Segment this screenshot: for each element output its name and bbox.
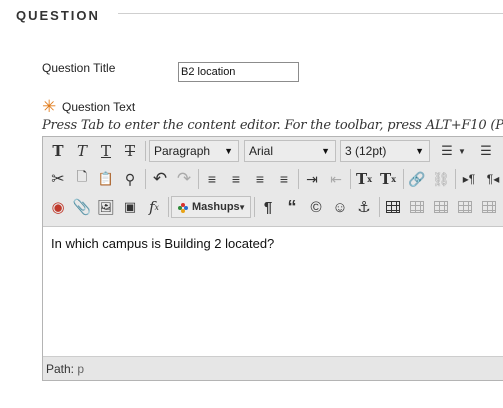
table-split-icon[interactable] (478, 196, 500, 218)
align-justify-icon[interactable]: ≡ (273, 168, 295, 190)
paste-icon[interactable]: 📋 (95, 168, 117, 190)
rtl-direction-icon[interactable]: ¶◂ (482, 168, 503, 190)
question-text-label: Question Text (62, 100, 136, 114)
table-row-icon[interactable] (406, 196, 428, 218)
toolbar-separator (403, 169, 404, 189)
paragraph-format-select[interactable]: Paragraph ▼ (149, 140, 239, 162)
insert-image-icon[interactable]: 🖼 (95, 196, 117, 218)
editor-path-bar: Path: p (43, 356, 503, 380)
editor-content-area[interactable]: In which campus is Building 2 located? (43, 228, 503, 356)
strikethrough-icon[interactable]: T (119, 140, 141, 162)
record-webcam-icon[interactable]: ◉ (47, 196, 69, 218)
insert-media-icon[interactable]: ▣ (119, 196, 141, 218)
math-formula-icon[interactable]: fx (143, 196, 165, 218)
italic-icon[interactable]: T (71, 140, 93, 162)
toolbar-row-3: ◉ 📎 🖼 ▣ fx Mashups ▼ ¶ “ © ☺ ⚓ (43, 194, 503, 222)
toolbar-separator (379, 197, 380, 217)
toolbar-separator (455, 169, 456, 189)
align-center-icon[interactable]: ≡ (225, 168, 247, 190)
blockquote-icon[interactable]: “ (281, 196, 303, 218)
underline-icon[interactable]: T (95, 140, 117, 162)
mashups-button[interactable]: Mashups ▼ (171, 196, 251, 218)
toolbar-row-1: T T T T Paragraph ▼ Arial ▼ 3 (12pt) ▼ ☰… (43, 138, 503, 166)
attach-file-icon[interactable]: 📎 (71, 196, 93, 218)
toolbar-separator (168, 197, 169, 217)
editor-toolbar: T T T T Paragraph ▼ Arial ▼ 3 (12pt) ▼ ☰… (43, 137, 503, 227)
mashups-icon (178, 203, 188, 213)
paragraph-mark-icon[interactable]: ¶ (257, 196, 279, 218)
table-cell-icon[interactable] (430, 196, 452, 218)
indent-icon[interactable]: ⇥ (301, 168, 323, 190)
editor-content-text: In which campus is Building 2 located? (51, 236, 275, 251)
copyright-icon[interactable]: © (305, 196, 327, 218)
section-title: QUESTION (16, 8, 100, 23)
chevron-down-icon: ▼ (238, 203, 246, 212)
anchor-icon[interactable]: ⚓ (353, 196, 375, 218)
required-asterisk-icon: ✳ (42, 97, 57, 116)
chevron-down-icon: ▼ (321, 146, 330, 156)
paragraph-format-value: Paragraph (154, 144, 211, 158)
emoticon-icon[interactable]: ☺ (329, 196, 351, 218)
toolbar-separator (254, 197, 255, 217)
mashups-label: Mashups (192, 201, 240, 213)
content-editor: T T T T Paragraph ▼ Arial ▼ 3 (12pt) ▼ ☰… (42, 136, 503, 381)
toolbar-row-2: ✂ 🗋 📋 ⚲ ↶ ↷ ≡ ≡ ≡ ≡ ⇥ ⇤ Tx Tx 🔗 ⛓ ▸¶ ¶◂ (43, 166, 503, 194)
question-title-label: Question Title (42, 61, 116, 75)
font-size-select[interactable]: 3 (12pt) ▼ (340, 140, 430, 162)
chevron-down-icon: ▼ (415, 146, 424, 156)
superscript-icon[interactable]: Tx (353, 168, 375, 190)
table-merge-icon[interactable] (454, 196, 476, 218)
path-value[interactable]: p (77, 362, 84, 376)
font-size-value: 3 (12pt) (345, 144, 387, 158)
editor-instructions: Press Tab to enter the content editor. F… (42, 118, 503, 133)
align-left-icon[interactable]: ≡ (201, 168, 223, 190)
bold-icon[interactable]: T (47, 140, 69, 162)
toolbar-separator (145, 141, 146, 161)
toolbar-separator (298, 169, 299, 189)
toolbar-separator (145, 169, 146, 189)
list-options-chevron-icon[interactable]: ▼ (456, 140, 468, 162)
insert-link-icon[interactable]: 🔗 (406, 168, 428, 190)
section-divider (118, 13, 503, 14)
question-title-input[interactable] (178, 62, 299, 82)
bulleted-list-icon[interactable]: ☰ (436, 140, 458, 162)
subscript-icon[interactable]: Tx (377, 168, 399, 190)
chevron-down-icon: ▼ (224, 146, 233, 156)
redo-icon[interactable]: ↷ (173, 168, 195, 190)
undo-icon[interactable]: ↶ (149, 168, 171, 190)
font-family-value: Arial (249, 144, 274, 158)
path-label: Path: (46, 362, 75, 376)
outdent-icon[interactable]: ⇤ (325, 168, 347, 190)
cut-icon[interactable]: ✂ (47, 168, 69, 190)
remove-link-icon[interactable]: ⛓ (430, 168, 452, 190)
toolbar-separator (198, 169, 199, 189)
toolbar-separator (350, 169, 351, 189)
copy-icon[interactable]: 🗋 (71, 168, 93, 190)
align-right-icon[interactable]: ≡ (249, 168, 271, 190)
insert-table-icon[interactable] (382, 196, 404, 218)
ltr-direction-icon[interactable]: ▸¶ (458, 168, 480, 190)
font-family-select[interactable]: Arial ▼ (244, 140, 336, 162)
numbered-list-icon[interactable]: ☰ (475, 140, 497, 162)
find-icon[interactable]: ⚲ (119, 168, 141, 190)
